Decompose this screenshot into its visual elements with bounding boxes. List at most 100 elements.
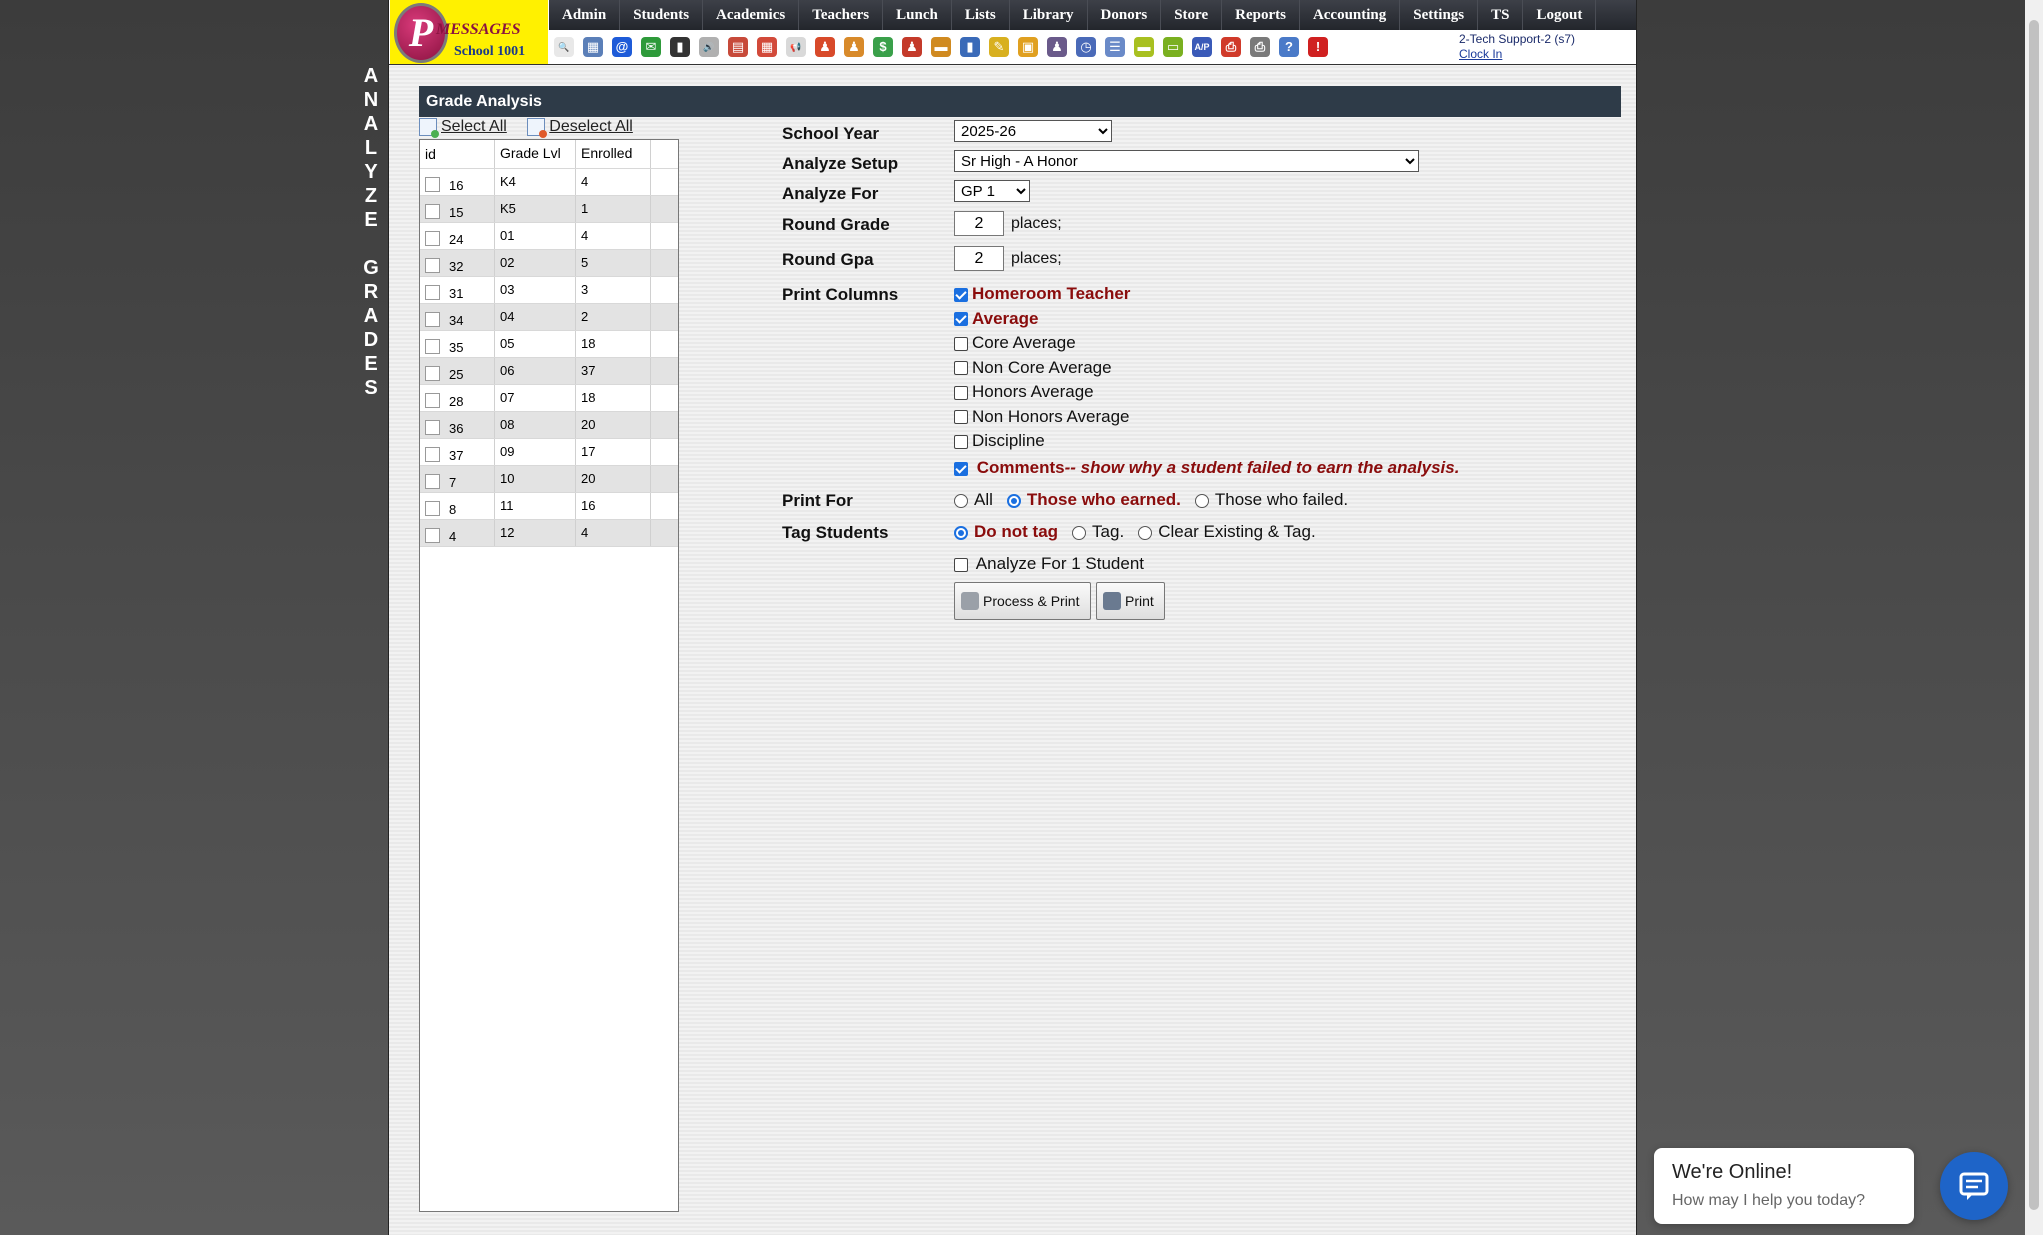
grade-row-checkbox[interactable] — [425, 500, 440, 516]
comments-checkbox[interactable] — [954, 461, 968, 476]
grade-row-checkbox[interactable] — [425, 284, 440, 300]
nav-settings[interactable]: Settings — [1400, 0, 1479, 30]
tag-radio[interactable] — [1072, 525, 1087, 540]
grade-row-checkbox[interactable] — [425, 338, 440, 354]
homeroom-teacher-checkbox[interactable] — [954, 287, 968, 302]
report-icon[interactable]: ▤ — [728, 37, 748, 57]
grade-row-checkbox[interactable] — [425, 176, 440, 192]
process-print-button[interactable]: Process & Print — [954, 582, 1091, 620]
ap-icon[interactable]: A/P — [1192, 37, 1212, 57]
nav-lists[interactable]: Lists — [952, 0, 1010, 30]
grade-row-checkbox[interactable] — [425, 257, 440, 273]
column-option[interactable]: Core Average — [954, 333, 1130, 358]
speaker-icon[interactable]: 🔊 — [699, 37, 719, 57]
average-checkbox[interactable] — [954, 312, 968, 327]
grade-row-checkbox[interactable] — [425, 203, 440, 219]
grade-id: 28 — [449, 393, 464, 409]
print-for-option[interactable]: Those who earned. — [1006, 490, 1181, 510]
school-year-select[interactable]: 2025-26 — [954, 120, 1112, 142]
tag-radio[interactable] — [1138, 525, 1153, 540]
analyze-setup-select[interactable]: Sr High - A Honor — [954, 150, 1419, 172]
nav-store[interactable]: Store — [1161, 0, 1223, 30]
nav-donors[interactable]: Donors — [1088, 0, 1162, 30]
page-scrollbar-thumb[interactable] — [2029, 20, 2039, 1210]
single-student-option[interactable]: Analyze For 1 Student — [954, 554, 1144, 574]
grade-row-checkbox[interactable] — [425, 392, 440, 408]
print-for-radio[interactable] — [1006, 493, 1021, 508]
analyze-for-select[interactable]: GP 1 — [954, 180, 1030, 202]
non-core-average-checkbox[interactable] — [954, 361, 968, 376]
book-icon[interactable]: ▮ — [960, 37, 980, 57]
tag-option[interactable]: Do not tag — [954, 522, 1058, 542]
core-average-checkbox[interactable] — [954, 336, 968, 351]
grade-row-checkbox[interactable] — [425, 446, 440, 462]
column-option[interactable]: Homeroom Teacher — [954, 284, 1130, 309]
single-student-checkbox[interactable] — [954, 557, 968, 572]
grid-icon[interactable]: ▦ — [583, 37, 603, 57]
stop-icon[interactable]: ! — [1308, 37, 1328, 57]
tag-option[interactable]: Clear Existing & Tag. — [1138, 522, 1316, 542]
phone-icon[interactable]: ▮ — [670, 37, 690, 57]
nav-library[interactable]: Library — [1010, 0, 1088, 30]
people-icon[interactable]: ♟ — [902, 37, 922, 57]
pdf-icon[interactable]: ⎙ — [1221, 37, 1241, 57]
print-for-radio[interactable] — [1194, 493, 1209, 508]
logo[interactable]: P MESSAGES School 1001 — [390, 0, 548, 64]
round-gpa-input[interactable] — [954, 246, 1004, 271]
grade-row-checkbox[interactable] — [425, 419, 440, 435]
staff-icon[interactable]: ♟ — [1047, 37, 1067, 57]
grade-row-checkbox[interactable] — [425, 311, 440, 327]
nav-lunch[interactable]: Lunch — [883, 0, 952, 30]
person-icon[interactable]: ♟ — [815, 37, 835, 57]
chat-icon[interactable]: ✉ — [641, 37, 661, 57]
list-icon[interactable]: ☰ — [1105, 37, 1125, 57]
money-icon[interactable]: $ — [873, 37, 893, 57]
help-icon[interactable]: ? — [1279, 37, 1299, 57]
tag-option[interactable]: Tag. — [1072, 522, 1124, 542]
grade-row-checkbox[interactable] — [425, 230, 440, 246]
round-grade-input[interactable] — [954, 211, 1004, 236]
person2-icon[interactable]: ♟ — [844, 37, 864, 57]
tag-radio[interactable] — [954, 525, 968, 540]
column-option[interactable]: Non Core Average — [954, 358, 1130, 383]
chat-button[interactable] — [1940, 1152, 2008, 1220]
nav-reports[interactable]: Reports — [1222, 0, 1300, 30]
nav-ts[interactable]: TS — [1478, 0, 1524, 30]
nav-logout[interactable]: Logout — [1523, 0, 1597, 30]
at-icon[interactable]: @ — [612, 37, 632, 57]
sweep-icon[interactable]: ✎ — [989, 37, 1009, 57]
grade-row-checkbox[interactable] — [425, 365, 440, 381]
nav-students[interactable]: Students — [620, 0, 704, 30]
print-for-radio[interactable] — [954, 493, 968, 508]
column-option[interactable]: Discipline — [954, 431, 1130, 456]
column-option[interactable]: Non Honors Average — [954, 407, 1130, 432]
print-icon[interactable]: ⎙ — [1250, 37, 1270, 57]
column-option[interactable]: Honors Average — [954, 382, 1130, 407]
chat-widget-card[interactable]: We're Online! How may I help you today? — [1654, 1148, 1914, 1224]
column-option[interactable]: Average — [954, 309, 1130, 334]
nav-admin[interactable]: Admin — [549, 0, 621, 30]
bus-icon[interactable]: ▭ — [1163, 37, 1183, 57]
nav-teachers[interactable]: Teachers — [799, 0, 884, 30]
comments-option[interactable]: Comments-- show why a student failed to … — [954, 458, 1459, 478]
megaphone-icon[interactable]: 📢 — [786, 37, 806, 57]
lunch-icon[interactable]: ▬ — [931, 37, 951, 57]
store-icon[interactable]: ▣ — [1018, 37, 1038, 57]
clock-icon[interactable]: ◷ — [1076, 37, 1096, 57]
nav-academics[interactable]: Academics — [703, 0, 800, 30]
nav-accounting[interactable]: Accounting — [1300, 0, 1401, 30]
print-for-option[interactable]: Those who failed. — [1194, 490, 1348, 510]
grade-row-checkbox[interactable] — [425, 473, 440, 489]
grade-row-checkbox[interactable] — [425, 527, 440, 543]
discipline-checkbox[interactable] — [954, 434, 968, 449]
search-icon[interactable]: 🔍 — [554, 37, 574, 57]
select-all-link[interactable]: Select All — [419, 118, 507, 138]
print-for-option[interactable]: All — [954, 490, 993, 510]
calendar-icon[interactable]: ▦ — [757, 37, 777, 57]
print-button[interactable]: Print — [1096, 582, 1165, 620]
honors-average-checkbox[interactable] — [954, 385, 968, 400]
deselect-all-link[interactable]: Deselect All — [527, 118, 633, 138]
clock-in-link[interactable]: Clock In — [1459, 47, 1575, 62]
non-honors-average-checkbox[interactable] — [954, 410, 968, 425]
card-icon[interactable]: ▬ — [1134, 37, 1154, 57]
